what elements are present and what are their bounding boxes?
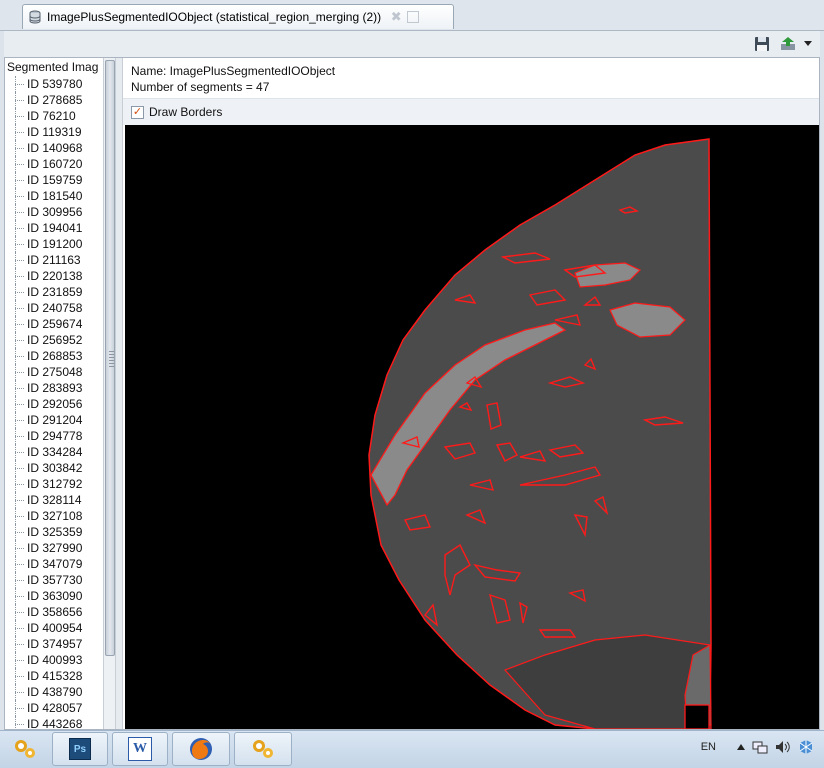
- taskbar-firefox[interactable]: [172, 732, 230, 766]
- tree-item[interactable]: ID 140968: [5, 140, 82, 156]
- system-tray: EN: [701, 739, 814, 755]
- tree-item[interactable]: ID 374957: [5, 636, 82, 652]
- update-icon[interactable]: [798, 739, 814, 755]
- database-icon: [29, 10, 41, 24]
- tree-item[interactable]: ID 312792: [5, 476, 82, 492]
- tree-item[interactable]: ID 327990: [5, 540, 82, 556]
- tree-item[interactable]: ID 283893: [5, 380, 82, 396]
- tree-item[interactable]: ID 292056: [5, 396, 82, 412]
- network-icon[interactable]: [752, 740, 768, 754]
- tree-item[interactable]: ID 309956: [5, 204, 82, 220]
- tab-image-plus-segmented[interactable]: ImagePlusSegmentedIOObject (statistical_…: [22, 4, 454, 29]
- tree-item[interactable]: ID 303842: [5, 460, 82, 476]
- tree-item[interactable]: ID 443268: [5, 716, 82, 729]
- export-icon[interactable]: [780, 35, 798, 53]
- scrollbar-thumb[interactable]: [105, 60, 115, 656]
- rapidminer-icon[interactable]: [0, 732, 50, 766]
- segment-info: Name: ImagePlusSegmentedIOObject Number …: [131, 63, 335, 95]
- tree-item[interactable]: ID 428057: [5, 700, 82, 716]
- tree-item[interactable]: ID 160720: [5, 156, 82, 172]
- tree-item[interactable]: ID 240758: [5, 300, 82, 316]
- scrollbar-grip-icon: [109, 351, 114, 369]
- segmented-image: [368, 138, 712, 729]
- app-window: ImagePlusSegmentedIOObject (statistical_…: [0, 0, 824, 730]
- tree-item[interactable]: ID 76210: [5, 108, 82, 124]
- content-frame: Segmented Imag ID 539780 ID 278685 ID 7621…: [4, 57, 820, 730]
- tree-item[interactable]: ID 400954: [5, 620, 82, 636]
- tree-item[interactable]: ID 539780: [5, 76, 82, 92]
- tree-root-label[interactable]: Segmented Imag: [7, 60, 98, 74]
- view-toolbar: [4, 31, 820, 57]
- tree-item[interactable]: ID 327108: [5, 508, 82, 524]
- maximize-icon[interactable]: [407, 11, 420, 23]
- dropdown-arrow-icon[interactable]: [802, 35, 814, 53]
- tree-item[interactable]: ID 328114: [5, 492, 82, 508]
- tree-item[interactable]: ID 259674: [5, 316, 82, 332]
- tree-items: ID 539780 ID 278685 ID 76210 ID 119319 ID 14…: [5, 76, 82, 729]
- tree-item[interactable]: ID 119319: [5, 124, 82, 140]
- object-name-label: Name: ImagePlusSegmentedIOObject: [131, 64, 336, 78]
- tree-item[interactable]: ID 347079: [5, 556, 82, 572]
- tree-item[interactable]: ID 334284: [5, 444, 82, 460]
- taskbar-word[interactable]: W: [112, 732, 168, 766]
- segment-tree[interactable]: Segmented Imag ID 539780 ID 278685 ID 7621…: [5, 58, 103, 729]
- tree-item[interactable]: ID 256952: [5, 332, 82, 348]
- show-hidden-icons-arrow[interactable]: [737, 744, 745, 750]
- tree-item[interactable]: ID 231859: [5, 284, 82, 300]
- segmented-image-canvas[interactable]: [125, 125, 819, 729]
- tree-item[interactable]: ID 278685: [5, 92, 82, 108]
- segment-view-panel: Name: ImagePlusSegmentedIOObject Number …: [123, 58, 819, 729]
- rapidminer-icon: [253, 740, 273, 758]
- tree-item[interactable]: ID 181540: [5, 188, 82, 204]
- draw-borders-checkbox[interactable]: ✓: [131, 105, 144, 119]
- tree-item[interactable]: ID 220138: [5, 268, 82, 284]
- close-icon[interactable]: ✖: [389, 9, 403, 24]
- tree-item[interactable]: ID 400993: [5, 652, 82, 668]
- tree-item[interactable]: ID 291204: [5, 412, 82, 428]
- tree-item[interactable]: ID 275048: [5, 364, 82, 380]
- firefox-icon: [190, 738, 212, 760]
- tree-item[interactable]: ID 415328: [5, 668, 82, 684]
- tree-item[interactable]: ID 159759: [5, 172, 82, 188]
- tree-item[interactable]: ID 358656: [5, 604, 82, 620]
- tree-item[interactable]: ID 357730: [5, 572, 82, 588]
- segment-count-label: Number of segments = 47: [131, 80, 270, 94]
- draw-borders-label[interactable]: Draw Borders: [149, 105, 222, 119]
- tree-item[interactable]: ID 363090: [5, 588, 82, 604]
- panel-splitter[interactable]: [115, 58, 123, 729]
- taskbar-photoshop[interactable]: Ps: [52, 732, 108, 766]
- draw-borders-row: ✓ Draw Borders: [123, 98, 819, 125]
- word-icon: W: [128, 737, 152, 761]
- tree-item[interactable]: ID 294778: [5, 428, 82, 444]
- tree-item[interactable]: ID 194041: [5, 220, 82, 236]
- tree-item[interactable]: ID 325359: [5, 524, 82, 540]
- language-indicator[interactable]: EN: [701, 741, 716, 753]
- volume-icon[interactable]: [775, 740, 791, 754]
- taskbar-rapidminer[interactable]: [234, 732, 292, 766]
- tree-item[interactable]: ID 438790: [5, 684, 82, 700]
- taskbar: Ps W EN: [0, 730, 824, 768]
- tree-item[interactable]: ID 268853: [5, 348, 82, 364]
- tree-item[interactable]: ID 191200: [5, 236, 82, 252]
- tree-item[interactable]: ID 211163: [5, 252, 82, 268]
- photoshop-icon: Ps: [69, 738, 91, 760]
- tab-bar: ImagePlusSegmentedIOObject (statistical_…: [0, 0, 824, 31]
- tab-title: ImagePlusSegmentedIOObject (statistical_…: [47, 10, 382, 24]
- segment-corner-box: [684, 704, 710, 729]
- save-icon[interactable]: [753, 35, 771, 53]
